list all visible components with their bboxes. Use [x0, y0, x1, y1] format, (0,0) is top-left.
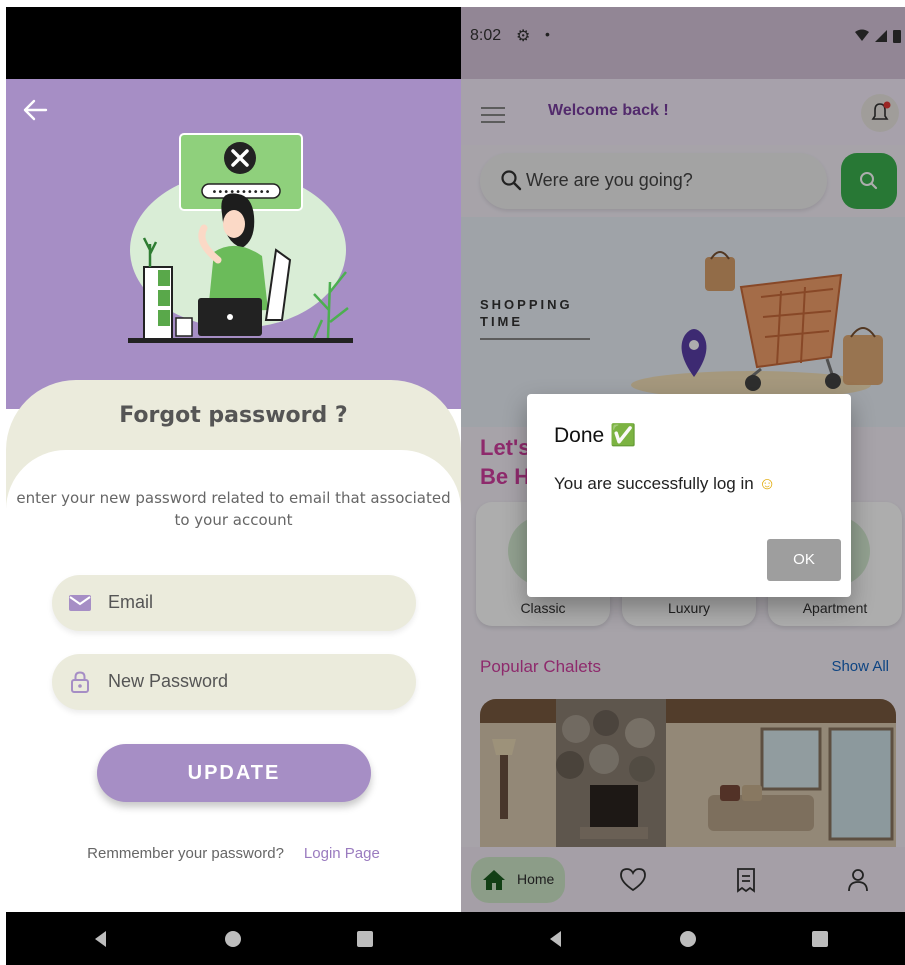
new-password-field[interactable]: New Password [52, 654, 416, 710]
recents-square-icon[interactable] [352, 926, 378, 952]
login-success-dialog: Done ✅ You are successfully log in ☺ OK [527, 394, 851, 597]
dialog-title: Done ✅ [554, 424, 636, 448]
back-icon[interactable] [543, 926, 569, 952]
login-page-link[interactable]: Login Page [304, 845, 380, 862]
ok-button[interactable]: OK [767, 539, 841, 581]
home-circle-icon[interactable] [675, 926, 701, 952]
dialog-message: You are successfully log in ☺ [554, 474, 776, 494]
recents-square-icon[interactable] [807, 926, 833, 952]
back-icon[interactable] [88, 926, 114, 952]
page-title: Forgot password ? [119, 403, 348, 428]
screenshot-stage: •••••••••• Forgot password ? enter your … [0, 0, 905, 965]
dialog-title-text: Done [554, 424, 605, 447]
system-nav-bar [6, 912, 461, 965]
remember-text: Remmember your password? [87, 845, 284, 862]
login-prompt: Remmember your password? Login Page [6, 845, 461, 862]
home-circle-icon[interactable] [220, 926, 246, 952]
status-bar-black [6, 7, 461, 79]
back-arrow-icon[interactable] [20, 95, 50, 125]
smile-emoji-icon: ☺ [758, 474, 776, 493]
lock-icon [71, 671, 89, 693]
forgot-password-screen: •••••••••• Forgot password ? enter your … [6, 7, 461, 965]
password-placeholder: New Password [108, 671, 229, 691]
dialog-message-text: You are successfully log in [554, 474, 754, 493]
check-mark-icon: ✅ [610, 424, 637, 447]
update-button[interactable]: UPDATE [97, 744, 371, 802]
mail-icon [69, 595, 91, 611]
email-field[interactable]: Email [52, 575, 416, 631]
instruction-text: enter your new password related to email… [16, 489, 451, 529]
system-nav-bar [461, 912, 905, 965]
home-screen: 8:02 ⚙ • Welcome back ! Were are you goi… [461, 7, 905, 965]
email-placeholder: Email [108, 592, 154, 612]
forgot-password-illustration: •••••••••• [128, 133, 353, 343]
